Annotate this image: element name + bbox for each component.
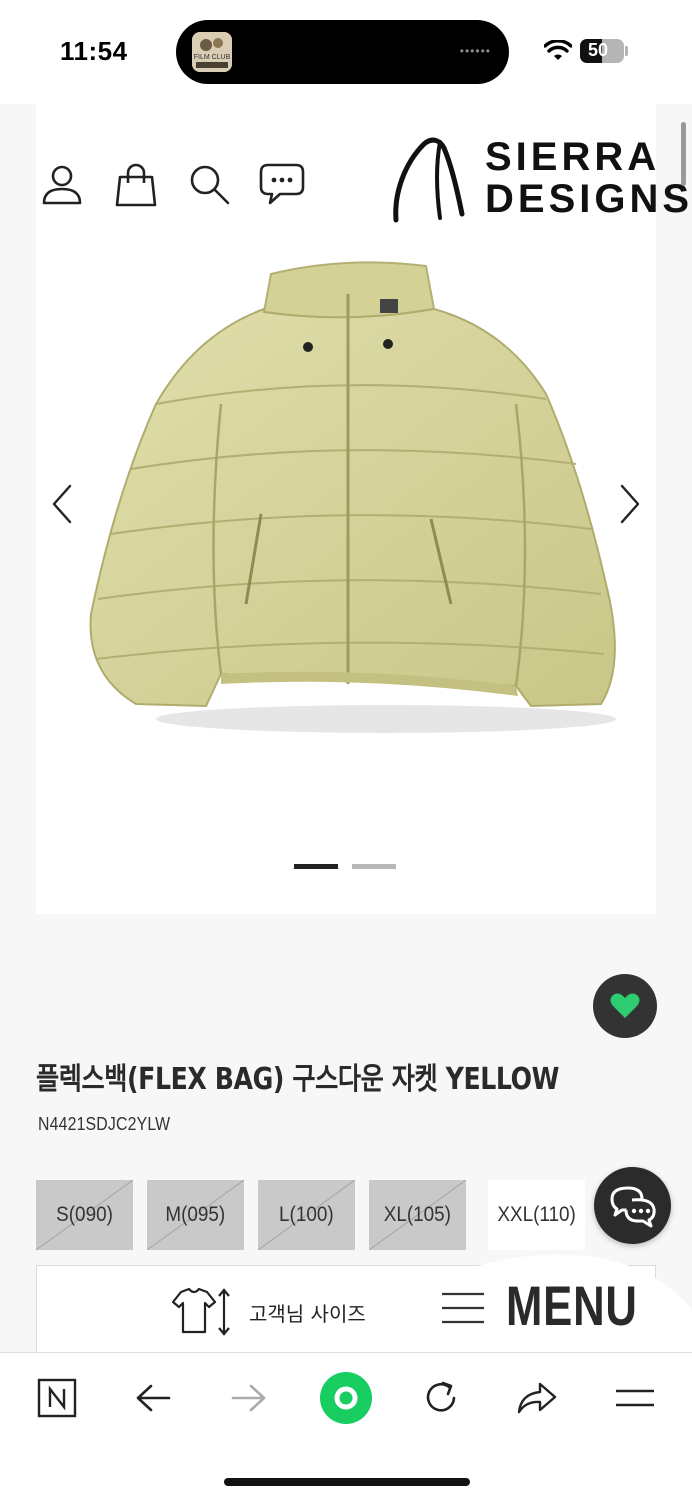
brand-line-2: DESIGNS — [485, 177, 692, 221]
scrollbar[interactable] — [681, 122, 686, 186]
chat-bubble-icon[interactable] — [258, 160, 306, 208]
mountain-logo-mark — [393, 137, 465, 223]
island-app-label: FILM CLUB — [193, 54, 231, 61]
dynamic-island[interactable]: FILM CLUB •••••• — [176, 20, 509, 84]
status-bar: 11:54 FILM CLUB •••••• 50 — [0, 0, 692, 104]
product-title: 플렉스백(FLEX BAG) 구스다운 자켓 YELLOW — [36, 1062, 560, 1097]
sierra-designs-logo[interactable]: SIERRA DESIGNS — [390, 134, 689, 224]
size-option-l[interactable]: L(100) — [258, 1180, 355, 1250]
size-option-m[interactable]: M(095) — [147, 1180, 244, 1250]
tshirt-size-icon — [171, 1287, 230, 1336]
size-label: S(090) — [56, 1203, 113, 1226]
wishlist-button[interactable] — [593, 974, 657, 1038]
size-label: L(100) — [279, 1203, 334, 1226]
chat-bubbles-icon — [610, 1186, 656, 1227]
gallery-prev-button[interactable] — [42, 479, 82, 529]
product-image-jacket[interactable] — [86, 254, 616, 744]
heart-icon — [610, 993, 640, 1018]
product-code: N4421SDJC2YLW — [38, 1114, 171, 1134]
share-icon[interactable] — [512, 1373, 562, 1423]
product-gallery: SIERRA DESIGNS — [36, 104, 689, 914]
pagination-dot-active[interactable] — [294, 864, 338, 869]
naver-home-icon[interactable] — [32, 1373, 82, 1423]
back-arrow-icon[interactable] — [128, 1373, 178, 1423]
pagination-dot[interactable] — [352, 864, 396, 869]
size-option-xxl[interactable]: XXL(110) — [488, 1180, 585, 1250]
reload-icon[interactable] — [416, 1373, 466, 1423]
menu-label: MENU — [506, 1274, 638, 1337]
size-option-s[interactable]: S(090) — [36, 1180, 133, 1250]
size-label: XXL(110) — [497, 1203, 576, 1226]
green-dot-icon[interactable] — [318, 1370, 374, 1426]
brand-line-1: SIERRA — [485, 135, 661, 179]
home-indicator — [224, 1478, 470, 1486]
user-icon[interactable] — [38, 160, 86, 208]
browser-toolbar — [0, 1352, 692, 1500]
wifi-icon — [544, 40, 572, 60]
size-option-xl[interactable]: XL(105) — [369, 1180, 466, 1250]
brand-wordmark: SIERRA DESIGNS — [485, 136, 692, 220]
shopping-bag-icon[interactable] — [112, 160, 160, 208]
hamburger-icon[interactable] — [610, 1373, 660, 1423]
hamburger-icon — [442, 1292, 484, 1324]
forward-arrow-icon[interactable] — [224, 1373, 274, 1423]
chevron-left-icon — [52, 484, 72, 524]
battery-icon: 50 — [580, 39, 624, 63]
chat-support-button[interactable] — [594, 1167, 671, 1244]
battery-text: 50 — [587, 40, 609, 60]
island-dots: •••••• — [459, 44, 491, 58]
size-label: M(095) — [165, 1203, 226, 1226]
status-time: 11:54 — [60, 36, 128, 66]
film-club-app-icon[interactable]: FILM CLUB — [192, 32, 232, 72]
chevron-right-icon — [620, 484, 640, 524]
battery-tip — [625, 46, 628, 56]
gallery-next-button[interactable] — [610, 479, 650, 529]
search-icon[interactable] — [185, 160, 233, 208]
size-label: XL(105) — [383, 1203, 452, 1226]
